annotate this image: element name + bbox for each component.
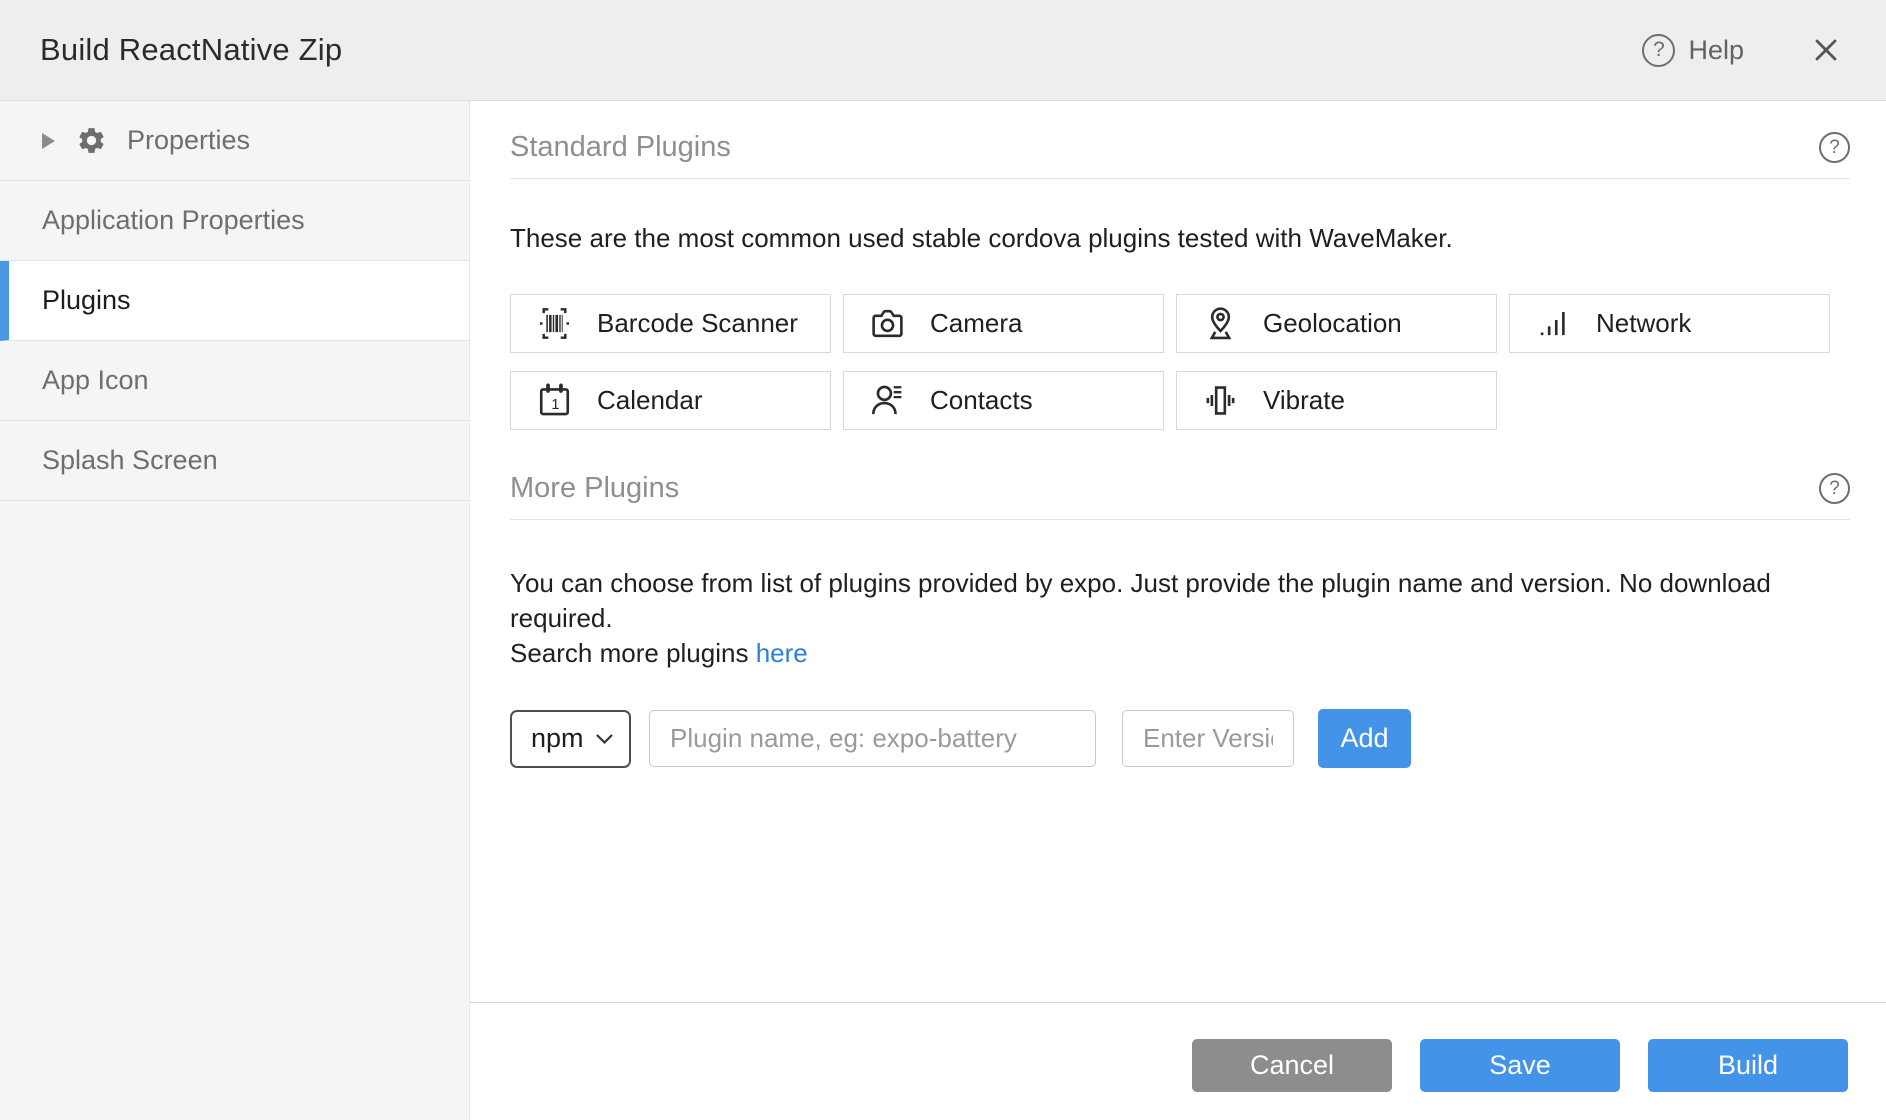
registry-select-value: npm — [531, 723, 584, 754]
add-button[interactable]: Add — [1318, 709, 1411, 768]
plugin-card-camera[interactable]: Camera — [843, 294, 1164, 353]
plugin-name-input[interactable] — [649, 710, 1096, 767]
sidebar-item-label: App Icon — [42, 365, 149, 396]
sidebar-item-label: Properties — [127, 125, 250, 156]
chevron-down-icon — [595, 733, 614, 745]
sidebar-item-label: Plugins — [42, 285, 131, 316]
sidebar-item-label: Splash Screen — [42, 445, 218, 476]
plugin-card-network[interactable]: Network — [1509, 294, 1830, 353]
search-plugins-link[interactable]: here — [756, 638, 808, 668]
close-icon[interactable] — [1810, 34, 1842, 66]
geolocation-icon — [1202, 305, 1239, 342]
add-plugin-form: npm Add — [510, 709, 1850, 768]
plugin-card-barcode-scanner[interactable]: Barcode Scanner — [510, 294, 831, 353]
plugin-card-label: Network — [1596, 308, 1691, 339]
help-icon[interactable]: ? — [1642, 34, 1675, 67]
more-plugins-description-line2: Search more plugins here — [510, 636, 1850, 671]
sidebar-item-plugins[interactable]: Plugins — [0, 261, 469, 341]
plugin-card-label: Barcode Scanner — [597, 308, 798, 339]
barcode-icon — [536, 305, 573, 342]
sidebar-item-app-icon[interactable]: App Icon — [0, 341, 469, 421]
section-divider — [510, 519, 1850, 520]
build-button[interactable]: Build — [1648, 1039, 1848, 1092]
plugin-card-label: Calendar — [597, 385, 703, 416]
registry-select[interactable]: npm — [510, 710, 631, 768]
main-panel: Standard Plugins ? These are the most co… — [470, 101, 1886, 1120]
more-plugins-help-icon[interactable]: ? — [1819, 473, 1850, 504]
plugin-card-label: Vibrate — [1263, 385, 1345, 416]
plugin-card-vibrate[interactable]: Vibrate — [1176, 371, 1497, 430]
standard-plugins-grid: Barcode Scanner Camera Geolocatio — [510, 294, 1840, 430]
vibrate-icon — [1202, 382, 1239, 419]
calendar-icon: 1 — [536, 382, 573, 419]
cancel-button[interactable]: Cancel — [1192, 1039, 1392, 1092]
plugin-card-contacts[interactable]: Contacts — [843, 371, 1164, 430]
sidebar-item-label: Application Properties — [42, 205, 305, 236]
help-button[interactable]: Help — [1688, 35, 1744, 66]
camera-icon — [869, 305, 906, 342]
svg-text:1: 1 — [551, 397, 559, 413]
network-icon — [1535, 305, 1572, 342]
standard-plugins-title: Standard Plugins — [510, 131, 731, 164]
more-plugins-title: More Plugins — [510, 472, 679, 505]
more-plugins-description: You can choose from list of plugins prov… — [510, 566, 1850, 671]
sidebar-item-application-properties[interactable]: Application Properties — [0, 181, 469, 261]
sidebar: Properties Application Properties Plugin… — [0, 101, 470, 1120]
save-button[interactable]: Save — [1420, 1039, 1620, 1092]
footer-bar: Cancel Save Build — [470, 1002, 1886, 1120]
plugin-card-geolocation[interactable]: Geolocation — [1176, 294, 1497, 353]
section-divider — [510, 178, 1850, 179]
standard-plugins-help-icon[interactable]: ? — [1819, 132, 1850, 163]
sidebar-item-properties[interactable]: Properties — [0, 101, 469, 181]
expand-arrow-icon — [42, 133, 55, 149]
plugin-card-label: Camera — [930, 308, 1022, 339]
plugin-card-calendar[interactable]: 1 Calendar — [510, 371, 831, 430]
gear-icon — [76, 125, 107, 156]
dialog-header: Build ReactNative Zip ? Help — [0, 0, 1886, 101]
dialog-title: Build ReactNative Zip — [40, 32, 342, 68]
plugin-card-label: Contacts — [930, 385, 1033, 416]
version-input[interactable] — [1122, 710, 1294, 767]
contacts-icon — [869, 382, 906, 419]
plugin-card-label: Geolocation — [1263, 308, 1402, 339]
standard-plugins-description: These are the most common used stable co… — [510, 223, 1850, 254]
sidebar-item-splash-screen[interactable]: Splash Screen — [0, 421, 469, 501]
more-plugins-description-line1: You can choose from list of plugins prov… — [510, 566, 1850, 636]
